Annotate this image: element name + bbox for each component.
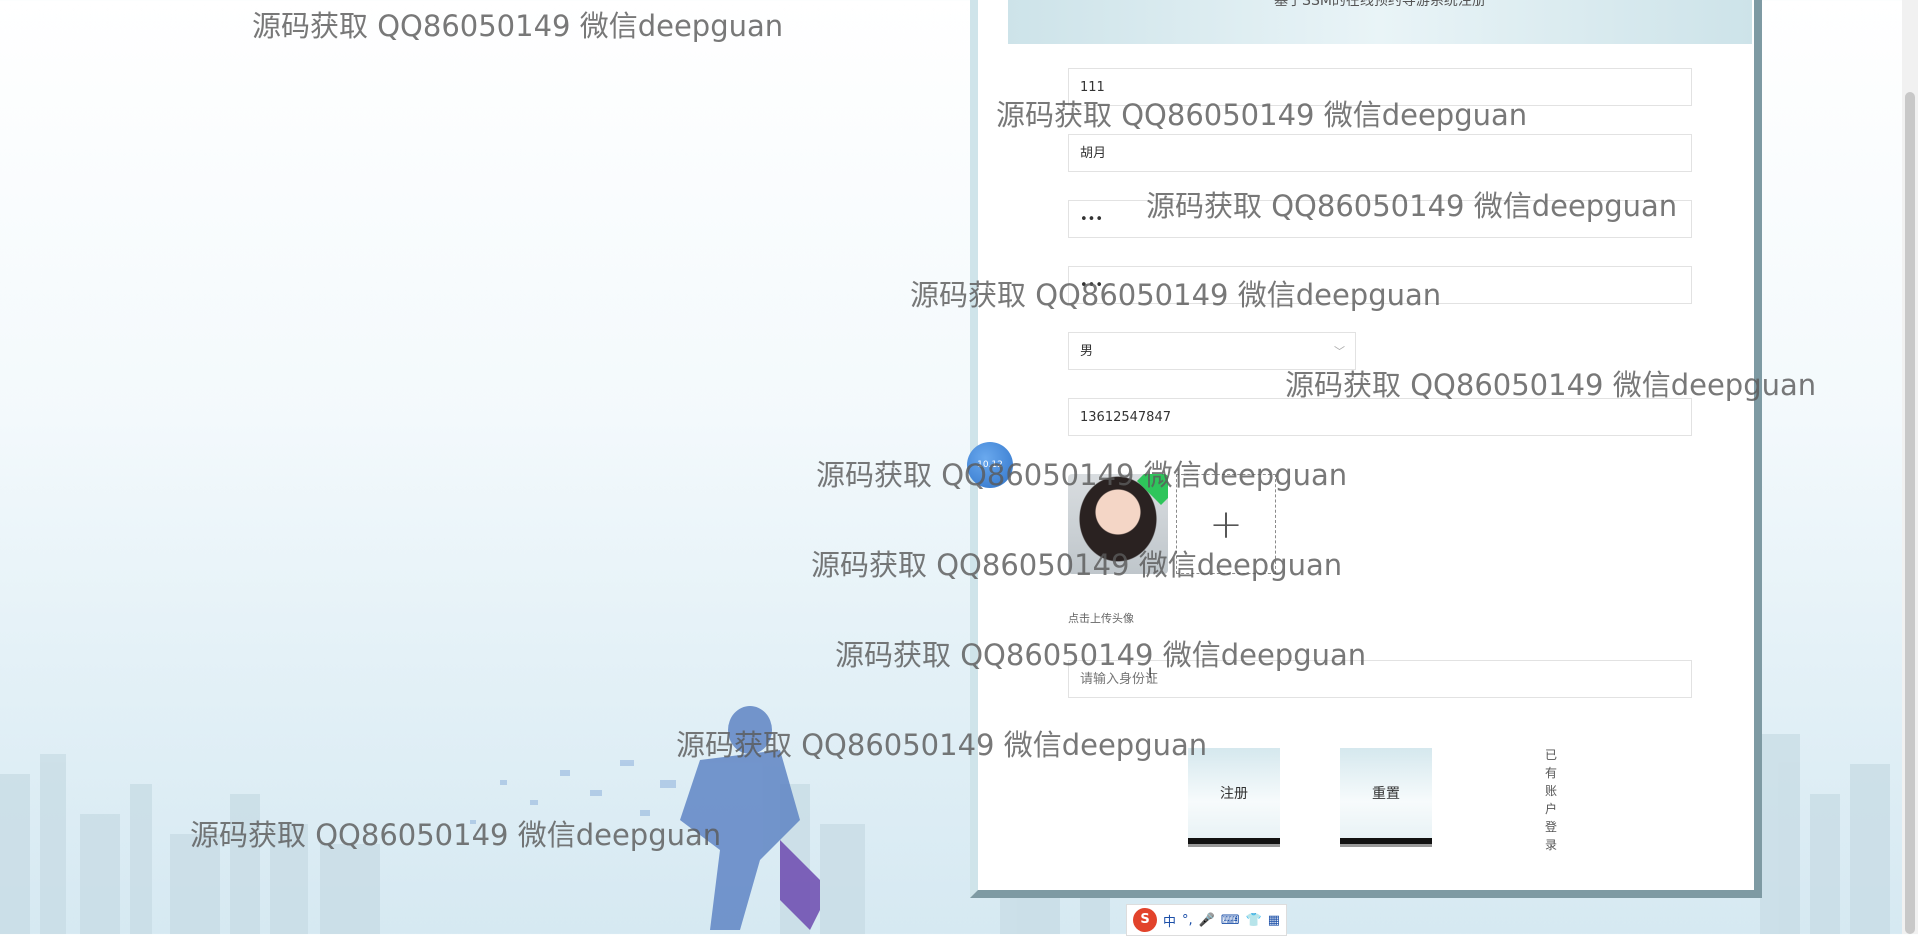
id-card-field[interactable] xyxy=(1068,660,1692,699)
register-panel: 基于SSM的在线预约导游系统注册 ••• ••• 男 ﹀ + 点击上传头像 注册… xyxy=(970,0,1762,898)
skin-icon[interactable]: 👕 xyxy=(1246,913,1262,928)
ime-toolbar: S 中 °, 🎤 ⌨ 👕 ▦ xyxy=(1126,904,1288,936)
page-scrollbar[interactable] xyxy=(1902,0,1918,934)
toolbox-icon[interactable]: ▦ xyxy=(1268,913,1280,928)
gender-select[interactable]: 男 ﹀ xyxy=(1068,332,1356,370)
microphone-icon[interactable]: 🎤 xyxy=(1199,913,1215,928)
ime-mode-toggle[interactable]: 中 xyxy=(1163,911,1176,930)
watermark: 源码获取 QQ86050149 微信deepguan xyxy=(252,9,784,43)
account-field[interactable] xyxy=(1068,68,1692,107)
phone-field[interactable] xyxy=(1068,398,1692,437)
id-card-input[interactable] xyxy=(1080,661,1680,699)
keyboard-icon[interactable]: ⌨ xyxy=(1221,913,1240,928)
confirm-password-field[interactable]: ••• xyxy=(1068,266,1692,304)
register-header: 基于SSM的在线预约导游系统注册 xyxy=(1008,0,1752,44)
name-input[interactable] xyxy=(1080,135,1680,173)
password-field[interactable]: ••• xyxy=(1068,200,1692,238)
upload-success-badge xyxy=(1136,474,1168,506)
gender-value: 男 xyxy=(1080,344,1094,359)
chevron-down-icon: ﹀ xyxy=(1334,345,1345,358)
floating-assistant-ball[interactable]: 10.12 xyxy=(967,442,1013,488)
account-input[interactable] xyxy=(1080,69,1680,107)
reset-button[interactable]: 重置 xyxy=(1340,748,1432,844)
password-value: ••• xyxy=(1080,212,1104,227)
name-field[interactable] xyxy=(1068,134,1692,173)
phone-input[interactable] xyxy=(1080,399,1680,437)
text-cursor-icon: I xyxy=(1148,666,1153,682)
plus-icon: + xyxy=(1209,502,1243,548)
float-ball-text: 10.12 xyxy=(977,460,1003,470)
avatar-preview[interactable] xyxy=(1068,474,1168,574)
sogou-logo-icon[interactable]: S xyxy=(1133,908,1157,932)
confirm-password-value: ••• xyxy=(1080,278,1104,293)
upload-hint: 点击上传头像 xyxy=(1068,612,1134,625)
ime-punct-toggle[interactable]: °, xyxy=(1182,913,1193,928)
register-title: 基于SSM的在线预约导游系统注册 xyxy=(1274,0,1486,9)
running-man-graphic xyxy=(470,706,820,930)
avatar-upload-button[interactable]: + xyxy=(1176,474,1276,574)
register-button[interactable]: 注册 xyxy=(1188,748,1280,844)
login-link[interactable]: 已有账户登录 xyxy=(1544,746,1558,854)
scrollbar-thumb[interactable] xyxy=(1905,92,1915,934)
